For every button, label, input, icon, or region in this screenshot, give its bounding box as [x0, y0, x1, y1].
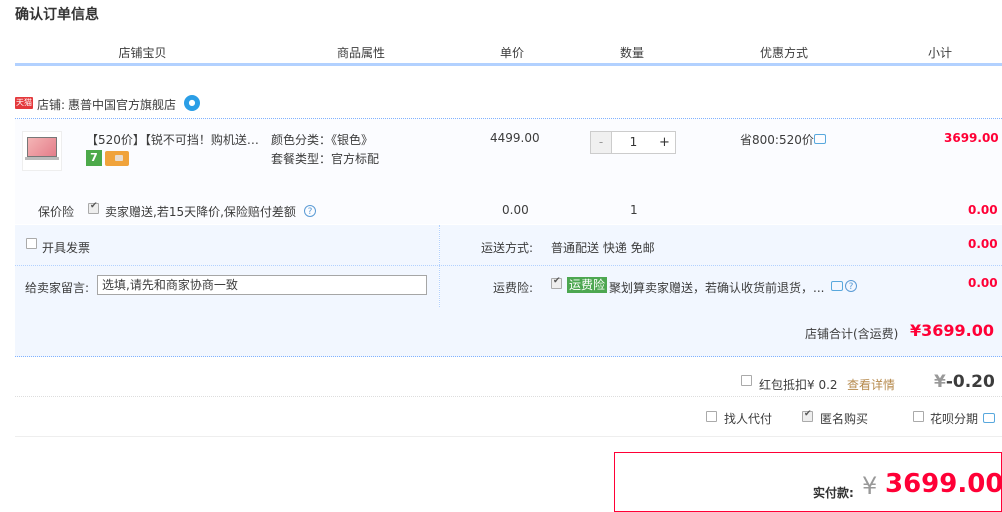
col-subtotal: 小计	[927, 46, 952, 60]
huabei-checkbox[interactable]	[913, 411, 924, 422]
insurance-desc: 卖家赠送,若15天降价,保险赔付差额	[105, 205, 296, 219]
store-label: 店铺:	[37, 98, 66, 112]
bottom-divider	[15, 436, 1002, 437]
insurance-label: 保价险	[38, 205, 75, 219]
quantity-minus-button[interactable]: -	[591, 132, 611, 153]
huabei-info-icon[interactable]	[983, 413, 995, 423]
freight-insurance-tag: 运费险	[567, 277, 608, 293]
red-packet-checkbox[interactable]	[741, 375, 752, 386]
col-quantity: 数量	[619, 46, 644, 60]
freight-help-icon[interactable]: ?	[845, 280, 857, 292]
laptop-base	[25, 157, 59, 160]
insurance-checkbox[interactable]	[88, 201, 99, 214]
store-total-value: ¥3699.00	[910, 321, 995, 340]
discount-label: 省800:520价	[740, 133, 814, 147]
insurance-qty: 1	[630, 203, 638, 217]
discount-info-icon[interactable]	[814, 134, 826, 144]
huabei-label: 花呗分期	[930, 412, 979, 426]
anonymous-checkbox[interactable]	[802, 409, 813, 422]
item-title-link[interactable]: 【520价】【锐不可挡！购机送…	[86, 131, 259, 148]
col-attributes: 商品属性	[336, 46, 385, 60]
red-packet-label: 红包抵扣¥ 0.2	[759, 378, 838, 392]
unit-price: 4499.00	[490, 131, 540, 145]
red-packet-divider	[15, 396, 1002, 397]
item-attr-package: 套餐类型：官方标配	[271, 152, 380, 166]
quantity-input[interactable]: 1	[611, 132, 656, 153]
laptop-image	[27, 137, 57, 157]
payment-yen: ¥	[862, 472, 878, 500]
page-title: 确认订单信息	[15, 7, 99, 23]
payment-value: 3699.00	[885, 469, 1002, 499]
freight-insurance-label: 运费险:	[493, 281, 534, 295]
freight-info-icon[interactable]	[831, 281, 843, 291]
invoice-label: 开具发票	[42, 241, 91, 255]
memo-input[interactable]: 选填,请先和商家协商一致	[97, 275, 427, 295]
help-icon[interactable]: ?	[304, 205, 316, 217]
credit-card-icon	[105, 151, 129, 166]
col-discount: 优惠方式	[759, 46, 808, 60]
wangwang-chat-icon[interactable]: ●	[184, 95, 200, 111]
red-packet-value: ¥-0.20	[934, 372, 995, 392]
payment-label: 实付款:	[813, 486, 854, 500]
item-attr-color: 颜色分类：《银色》	[271, 133, 374, 147]
shipping-value: 普通配送 快递 免邮	[551, 241, 655, 255]
shipping-label: 运送方式:	[481, 241, 534, 255]
red-packet-yen: ¥	[934, 372, 946, 392]
options-divider	[15, 265, 1002, 266]
header-divider	[15, 63, 1002, 66]
anonymous-label: 匿名购买	[820, 412, 869, 426]
store-total-label: 店铺合计(含运费)	[805, 327, 899, 341]
invoice-checkbox[interactable]	[26, 238, 37, 249]
insurance-price: 0.00	[502, 203, 529, 217]
store-bottom-divider	[15, 356, 1002, 357]
freight-insurance-desc: 聚划算卖家赠送，若确认收货前退货，...	[609, 281, 825, 295]
red-packet-details-link[interactable]: 查看详情	[847, 376, 895, 393]
memo-label: 给卖家留言:	[25, 281, 90, 295]
pay-for-me-label: 找人代付	[724, 412, 773, 426]
pay-for-me-checkbox[interactable]	[706, 411, 717, 422]
freight-insurance-fee: 0.00	[968, 276, 998, 290]
col-unit-price: 单价	[499, 46, 524, 60]
seven-day-return-icon: 7	[86, 150, 102, 166]
tmall-badge: 天猫	[15, 97, 33, 109]
item-subtotal: 3699.00	[944, 131, 999, 145]
options-vdivider	[439, 225, 440, 307]
freight-insurance-checkbox[interactable]	[551, 276, 562, 289]
shipping-fee: 0.00	[968, 237, 998, 251]
insurance-subtotal: 0.00	[968, 203, 998, 217]
quantity-plus-button[interactable]: +	[654, 132, 675, 153]
store-name-link[interactable]: 惠普中国官方旗舰店	[68, 96, 176, 113]
col-store-item: 店铺宝贝	[118, 46, 167, 60]
red-packet-amount: -0.20	[945, 372, 995, 392]
